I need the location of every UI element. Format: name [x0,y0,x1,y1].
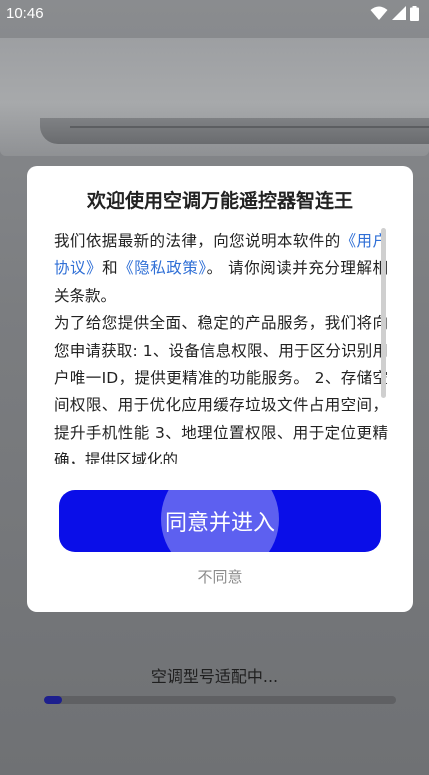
dialog-scrollbar[interactable] [381,228,386,398]
battery-icon [410,5,419,21]
cellular-signal-icon [392,6,406,20]
air-conditioner-vent-line [70,126,429,128]
intro-text-before: 我们依据最新的法律，向您说明本软件的 [54,232,341,250]
permissions-paragraph: 为了给您提供全面、稳定的产品服务，我们将向您申请获取: 1、设备信息权限、用于区… [54,314,388,464]
wifi-icon [370,6,388,20]
loading-progress-bar [44,696,396,704]
agree-button-label: 同意并进入 [164,510,275,535]
intro-paragraph: 我们依据最新的法律，向您说明本软件的《用户协议》和《隐私政策》。 请你阅读并充分… [54,228,388,310]
loading-status-text: 空调型号适配中... [150,667,279,686]
status-icons [370,5,419,21]
air-conditioner-vent [40,118,429,144]
decline-link[interactable]: 不同意 [27,566,413,587]
agree-and-enter-button[interactable]: 同意并进入 [59,490,381,552]
dialog-body-scroll[interactable]: 我们依据最新的法律，向您说明本软件的《用户协议》和《隐私政策》。 请你阅读并充分… [54,228,388,464]
status-bar: 10:46 [0,0,429,26]
dialog-title: 欢迎使用空调万能遥控器智连王 [86,190,353,212]
privacy-policy-link[interactable]: 《隐私政策》 [118,259,206,277]
status-time: 10:46 [6,4,44,22]
intro-and-text: 和 [102,259,119,278]
loading-progress-fill [44,696,62,704]
privacy-dialog: 欢迎使用空调万能遥控器智连王 我们依据最新的法律，向您说明本软件的《用户协议》和… [27,166,413,612]
